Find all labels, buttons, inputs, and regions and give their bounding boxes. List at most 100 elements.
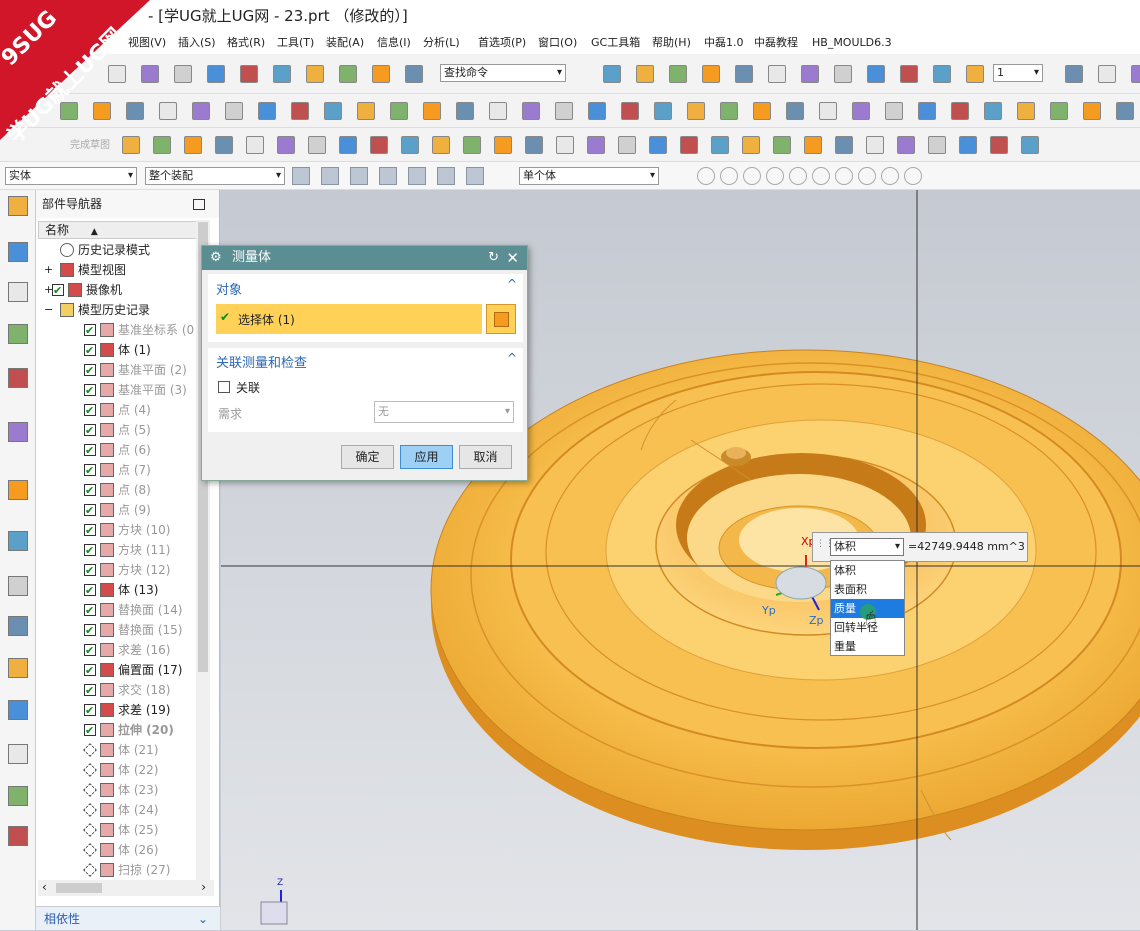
- need-dropdown[interactable]: 无: [374, 401, 514, 423]
- toolbar-button-icon[interactable]: [225, 102, 243, 120]
- resource-tab-icon[interactable]: [8, 826, 28, 846]
- tree-node[interactable]: 求交 (18): [38, 680, 194, 701]
- resource-tab-icon[interactable]: [8, 531, 28, 551]
- layer-dropdown[interactable]: 1: [993, 64, 1043, 82]
- collapse-chevron-icon[interactable]: ^: [507, 277, 517, 291]
- resource-tab-icon[interactable]: [8, 744, 28, 764]
- tree-node[interactable]: 扫掠 (27): [38, 860, 194, 880]
- toolbar-button-icon[interactable]: [324, 102, 342, 120]
- cancel-button[interactable]: 取消: [459, 445, 512, 469]
- measure-type-option[interactable]: 重量: [831, 637, 904, 656]
- toolbar-button-icon[interactable]: [555, 102, 573, 120]
- snap-point-icon[interactable]: [835, 167, 853, 185]
- resource-tab-icon[interactable]: [8, 422, 28, 442]
- toolbar-button-icon[interactable]: [621, 102, 639, 120]
- toolbar-button-icon[interactable]: [636, 65, 654, 83]
- toolbar-button-icon[interactable]: [522, 102, 540, 120]
- toolbar-button-icon[interactable]: [463, 136, 481, 154]
- visibility-checkbox[interactable]: [84, 421, 96, 441]
- toolbar-button-icon[interactable]: [556, 136, 574, 154]
- associative-checkbox[interactable]: [218, 381, 230, 393]
- measure-type-option[interactable]: 体积: [831, 561, 904, 580]
- toolbar-button-icon[interactable]: [308, 136, 326, 154]
- tree-node[interactable]: 点 (6): [38, 440, 194, 461]
- toolbar-button-icon[interactable]: [753, 102, 771, 120]
- toolbar-button-icon[interactable]: [603, 65, 621, 83]
- visibility-checkbox[interactable]: [84, 361, 96, 381]
- tree-node[interactable]: 体 (21): [38, 740, 194, 760]
- visibility-checkbox[interactable]: [84, 621, 96, 641]
- visibility-checkbox[interactable]: [84, 641, 96, 661]
- resource-tab-icon[interactable]: [8, 282, 28, 302]
- toolbar-button-icon[interactable]: [159, 102, 177, 120]
- menu-item-12[interactable]: 中磊教程: [754, 32, 798, 54]
- column-header-name[interactable]: 名称 ▲: [38, 221, 198, 239]
- tree-node[interactable]: 基准平面 (3): [38, 380, 194, 401]
- toolbar-button-icon[interactable]: [489, 102, 507, 120]
- toolbar-button-icon[interactable]: [405, 65, 423, 83]
- snap-point-icon[interactable]: [812, 167, 830, 185]
- toolbar-button-icon[interactable]: [174, 65, 192, 83]
- toolbar-button-icon[interactable]: [184, 136, 202, 154]
- toolbar-button-icon[interactable]: [306, 65, 324, 83]
- measure-type-dropdown[interactable]: 体积: [830, 538, 904, 556]
- toolbar-button-icon[interactable]: [1083, 102, 1101, 120]
- tree-node[interactable]: 基准平面 (2): [38, 360, 194, 381]
- toolbar-button-icon[interactable]: [372, 65, 390, 83]
- visibility-checkbox[interactable]: [84, 681, 96, 701]
- visibility-checkbox[interactable]: [84, 541, 96, 561]
- tree-node[interactable]: 替换面 (15): [38, 620, 194, 641]
- command-search-input[interactable]: 查找命令: [440, 64, 566, 82]
- toolbar-button-icon[interactable]: [587, 136, 605, 154]
- body-filter-dropdown[interactable]: 单个体: [519, 167, 659, 185]
- menu-item-7[interactable]: 首选项(P): [478, 32, 526, 54]
- toolbar-button-icon[interactable]: [215, 136, 233, 154]
- toolbar-button-icon[interactable]: [680, 136, 698, 154]
- tree-node[interactable]: 替换面 (14): [38, 600, 194, 621]
- visibility-checkbox[interactable]: [84, 321, 96, 341]
- resource-tab-icon[interactable]: [8, 480, 28, 500]
- selection-tool-icon[interactable]: [408, 167, 426, 185]
- toolbar-button-icon[interactable]: [390, 102, 408, 120]
- toolbar-button-icon[interactable]: [339, 65, 357, 83]
- tree-node[interactable]: 体 (25): [38, 820, 194, 840]
- toolbar-button-icon[interactable]: [423, 102, 441, 120]
- toolbar-button-icon[interactable]: [773, 136, 791, 154]
- menu-item-10[interactable]: 帮助(H): [652, 32, 691, 54]
- tree-node[interactable]: + 模型视图: [38, 260, 194, 280]
- visibility-checkbox[interactable]: [84, 561, 96, 581]
- reset-icon[interactable]: ↻: [488, 246, 499, 270]
- tree-node[interactable]: 点 (5): [38, 420, 194, 441]
- toolbar-button-icon[interactable]: [918, 102, 936, 120]
- tree-node[interactable]: +摄像机: [38, 280, 194, 301]
- visibility-checkbox[interactable]: [84, 721, 96, 741]
- toolbar-button-icon[interactable]: [801, 65, 819, 83]
- selection-tool-icon[interactable]: [466, 167, 484, 185]
- visibility-checkbox[interactable]: [84, 461, 96, 481]
- snap-point-icon[interactable]: [904, 167, 922, 185]
- tree-node[interactable]: 体 (26): [38, 840, 194, 860]
- toolbar-button-icon[interactable]: [711, 136, 729, 154]
- tree-node[interactable]: 方块 (10): [38, 520, 194, 541]
- expand-toggle-icon[interactable]: −: [44, 300, 53, 320]
- visibility-checkbox[interactable]: [84, 601, 96, 621]
- measurement-handle[interactable]: ⋮⋮ 体积 =42749.9448 mm^3: [812, 532, 1028, 562]
- resource-tab-icon[interactable]: [8, 196, 28, 216]
- tree-node[interactable]: 点 (4): [38, 400, 194, 421]
- toolbar-button-icon[interactable]: [456, 102, 474, 120]
- scope-filter-dropdown[interactable]: 整个装配: [145, 167, 285, 185]
- toolbar-button-icon[interactable]: [966, 65, 984, 83]
- ok-button[interactable]: 确定: [341, 445, 394, 469]
- toolbar-button-icon[interactable]: [192, 102, 210, 120]
- toolbar-button-icon[interactable]: [370, 136, 388, 154]
- menu-item-1[interactable]: 插入(S): [178, 32, 216, 54]
- toolbar-button-icon[interactable]: [207, 65, 225, 83]
- toolbar-button-icon[interactable]: [1131, 65, 1140, 83]
- visibility-checkbox[interactable]: [84, 341, 96, 361]
- close-icon[interactable]: ✕: [506, 246, 519, 270]
- tree-node[interactable]: 求差 (19): [38, 700, 194, 721]
- visibility-checkbox[interactable]: [84, 381, 96, 401]
- toolbar-button-icon[interactable]: [959, 136, 977, 154]
- tree-node[interactable]: 体 (24): [38, 800, 194, 820]
- tree-node[interactable]: − 模型历史记录: [38, 300, 194, 320]
